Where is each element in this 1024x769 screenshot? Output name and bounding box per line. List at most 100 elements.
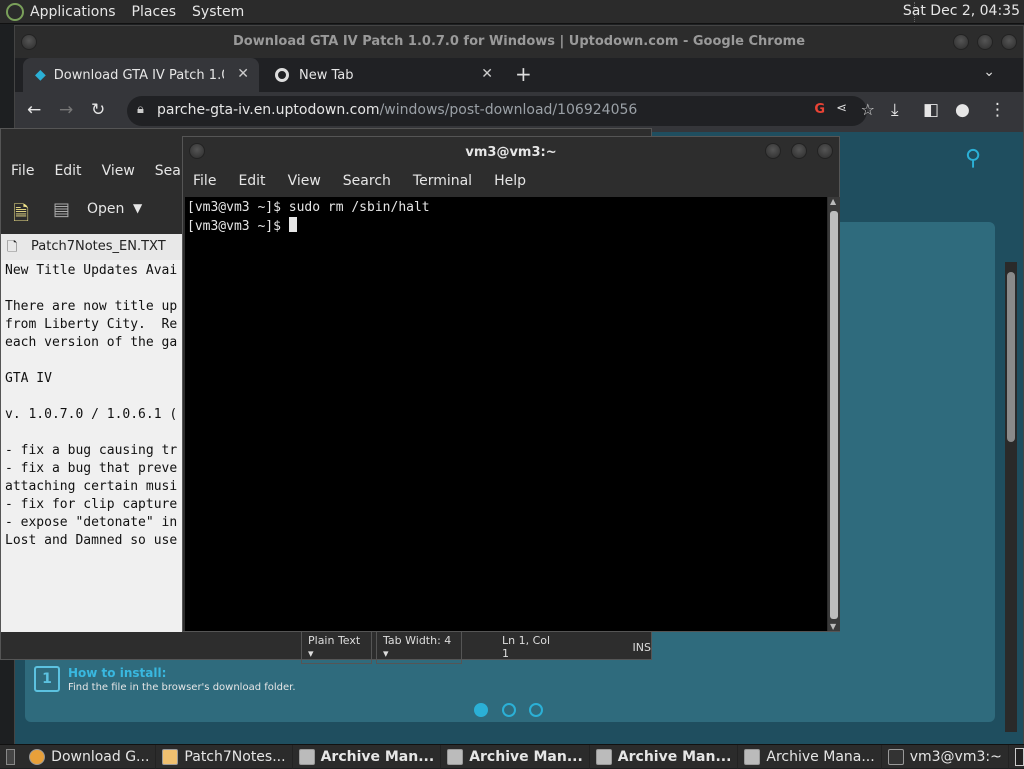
scroll-down-icon[interactable]: ▼ — [830, 622, 836, 631]
lock-icon[interactable]: 🔒︎ — [137, 102, 144, 117]
terminal-window-title: vm3@vm3:~ — [465, 145, 557, 160]
tab-label: New Tab — [299, 67, 354, 83]
close-button[interactable] — [1001, 34, 1017, 50]
gedit-text-line: GTA IV — [5, 371, 52, 386]
tab-close-icon[interactable]: ✕ — [481, 66, 493, 82]
gedit-tab-label: Patch7Notes_EN.TXT — [31, 239, 166, 254]
bookmark-star-icon[interactable]: ☆ — [861, 100, 875, 119]
taskbar: Download G... Patch7Notes... Archive Man..… — [0, 744, 1024, 769]
taskbar-item-label: Archive Man... — [617, 748, 732, 765]
chrome-favicon-icon — [275, 68, 289, 82]
text-editor-icon — [162, 748, 179, 765]
address-bar[interactable]: 🔒︎ parche-gta-iv.en.uptodown.com/windows… — [127, 96, 875, 126]
terminal-menu-file[interactable]: File — [193, 173, 216, 189]
taskbar-item[interactable]: Archive Man... — [590, 744, 739, 769]
search-icon[interactable]: ⚲ — [965, 146, 981, 171]
terminal-menubar: File Edit View Search Terminal Help — [183, 173, 839, 197]
carousel-dot-active[interactable] — [474, 703, 488, 717]
workspace-switcher-icon[interactable] — [1014, 747, 1024, 766]
taskbar-item[interactable]: Download G... — [23, 744, 157, 769]
chrome-menu-icon[interactable]: ⋮ — [989, 100, 1006, 120]
cursor-position: Ln 1, Col 1 — [502, 634, 551, 660]
tab-uptodown[interactable]: ◆ Download GTA IV Patch 1.0.7.0 ✕ — [23, 58, 259, 92]
gedit-menu-file[interactable]: File — [11, 163, 34, 179]
url-text[interactable]: parche-gta-iv.en.uptodown.com/windows/po… — [157, 102, 637, 118]
minimize-button[interactable] — [765, 143, 781, 159]
carousel-dot[interactable] — [529, 703, 543, 717]
uptodown-favicon-icon: ◆ — [35, 67, 46, 83]
open-folder-icon[interactable]: ▤ — [53, 199, 70, 220]
maximize-button[interactable] — [977, 34, 993, 50]
scroll-up-icon[interactable]: ▲ — [830, 197, 836, 206]
terminal-scroll-thumb[interactable] — [830, 211, 838, 619]
terminal-menu-view[interactable]: View — [288, 173, 321, 189]
open-button[interactable]: Open — [87, 201, 124, 217]
chrome-titlebar[interactable]: Download GTA IV Patch 1.0.7.0 for Window… — [15, 26, 1023, 58]
terminal-menu-search[interactable]: Search — [343, 173, 391, 189]
google-lens-icon[interactable]: G — [814, 102, 825, 117]
terminal-cursor — [288, 217, 297, 232]
side-panel-icon[interactable]: ◧ — [923, 100, 939, 120]
system-logo-icon[interactable] — [6, 2, 24, 21]
chrome-window-title: Download GTA IV Patch 1.0.7.0 for Window… — [232, 34, 806, 49]
new-tab-plus-icon[interactable]: + — [515, 62, 532, 86]
carousel-dot[interactable] — [502, 703, 516, 717]
terminal-screen[interactable]: [vm3@vm3 ~]$ sudo rm /sbin/halt [vm3@vm3 … — [185, 197, 827, 631]
terminal-menu-terminal[interactable]: Terminal — [413, 173, 472, 189]
close-button[interactable] — [817, 143, 833, 159]
reload-icon[interactable]: ↻ — [91, 100, 105, 120]
archive-manager-icon — [744, 748, 761, 765]
tab-label: Download GTA IV Patch 1.0.7.0 — [53, 67, 224, 83]
chrome-icon — [29, 748, 46, 765]
terminal-prompt: [vm3@vm3 ~]$ — [187, 219, 289, 234]
page-scrollbar[interactable] — [1005, 262, 1017, 732]
taskbar-item-label: Archive Man... — [469, 748, 583, 765]
taskbar-item-label: Download G... — [51, 748, 150, 765]
tab-search-chevron-icon[interactable]: ⌄ — [983, 64, 995, 80]
tab-width-selector[interactable]: Tab Width: 4 ▾ — [376, 630, 462, 664]
maximize-button[interactable] — [791, 143, 807, 159]
top-panel: Applications Places System Sat Dec 2, 04… — [0, 0, 1024, 24]
share-icon[interactable]: ⋖ — [836, 101, 847, 116]
gedit-document-tab[interactable]: 🗋︎ Patch7Notes_EN.TXT — [1, 234, 186, 260]
taskbar-item[interactable]: Archive Mana... — [738, 744, 882, 769]
places-menu[interactable]: Places — [132, 4, 177, 20]
terminal-menu-edit[interactable]: Edit — [238, 173, 265, 189]
archive-manager-icon — [447, 748, 464, 765]
show-desktop-icon[interactable] — [6, 748, 16, 765]
gedit-text-line: - expose "detonate" in — [5, 515, 178, 530]
download-icon[interactable]: ⤓ — [891, 100, 899, 120]
new-document-icon[interactable]: 🗎︎ — [13, 199, 29, 233]
taskbar-item[interactable]: vm3@vm3:~ — [882, 744, 1009, 769]
tab-new-tab[interactable]: New Tab ✕ — [263, 58, 503, 92]
step-description: Find the file in the browser's download … — [68, 682, 296, 693]
terminal-line: [vm3@vm3 ~]$ sudo rm /sbin/halt — [187, 200, 430, 215]
taskbar-item[interactable]: Archive Man... — [293, 744, 442, 769]
language-label: Plain Text — [308, 634, 361, 647]
scrollbar-thumb[interactable] — [1007, 272, 1015, 442]
gedit-menu-view[interactable]: View — [102, 163, 135, 179]
tab-close-icon[interactable]: ✕ — [237, 66, 249, 82]
terminal-window: vm3@vm3:~ File Edit View Search Terminal Help… — [182, 136, 840, 632]
profile-avatar-icon[interactable]: ● — [955, 100, 970, 120]
archive-manager-icon — [298, 748, 315, 765]
minimize-button[interactable] — [953, 34, 969, 50]
taskbar-item[interactable]: Patch7Notes... — [156, 744, 293, 769]
applications-menu[interactable]: Applications — [30, 4, 116, 20]
terminal-prompt-line: [vm3@vm3 ~]$ — [187, 217, 825, 236]
terminal-menu-help[interactable]: Help — [494, 173, 526, 189]
gedit-text-line — [5, 352, 182, 370]
terminal-scrollbar[interactable]: ▲ ▼ — [828, 197, 840, 631]
clock[interactable]: Sat Dec 2, 04:35 — [903, 3, 1020, 19]
system-menu[interactable]: System — [192, 4, 244, 20]
back-arrow-icon[interactable]: ← — [27, 100, 41, 120]
taskbar-item[interactable]: Archive Man... — [441, 744, 590, 769]
open-dropdown-icon[interactable]: ▼ — [133, 201, 142, 215]
archive-manager-icon — [595, 748, 612, 765]
url-path: /windows/post-download/106924056 — [379, 102, 638, 118]
language-selector[interactable]: Plain Text ▾ — [301, 630, 373, 664]
gedit-menu-edit[interactable]: Edit — [54, 163, 81, 179]
gedit-text-area[interactable]: New Title Updates Avai There are now titl… — [1, 260, 186, 632]
forward-arrow-icon[interactable]: → — [59, 100, 73, 120]
terminal-icon — [887, 748, 904, 765]
